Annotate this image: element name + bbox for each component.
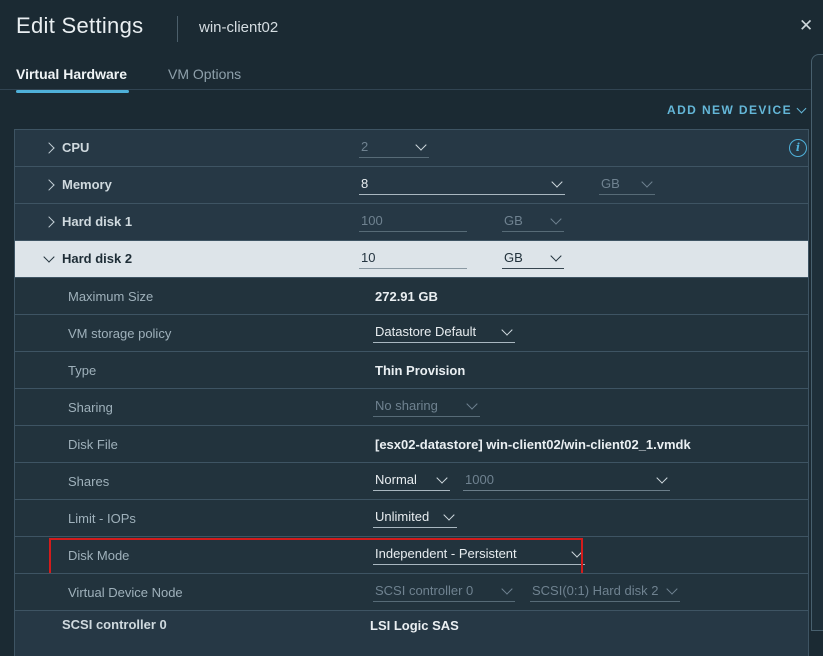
row-label: Hard disk 2 bbox=[62, 251, 132, 266]
scsi-node-select[interactable]: SCSI(0:1) Hard disk 2 bbox=[530, 582, 680, 602]
row-sharing: Sharing No sharing bbox=[15, 388, 808, 425]
row-scsi-controller-0: SCSI controller 0 LSI Logic SAS bbox=[15, 610, 808, 656]
scrollbar[interactable] bbox=[811, 54, 823, 631]
row-limit-iops: Limit - IOPs Unlimited bbox=[15, 499, 808, 536]
type-value: Thin Provision bbox=[375, 363, 465, 378]
tab-virtual-hardware[interactable]: Virtual Hardware bbox=[16, 66, 127, 82]
chevron-down-icon bbox=[436, 472, 447, 483]
chevron-down-icon bbox=[501, 583, 512, 594]
chevron-down-icon bbox=[551, 176, 562, 187]
row-label: Sharing bbox=[68, 400, 113, 415]
dialog-title: Edit Settings bbox=[16, 13, 143, 39]
chevron-right-icon[interactable] bbox=[43, 179, 54, 190]
memory-unit-select[interactable]: GB bbox=[599, 175, 655, 195]
row-memory: Memory 8 GB bbox=[15, 166, 808, 203]
row-type: Type Thin Provision bbox=[15, 351, 808, 388]
chevron-down-icon bbox=[641, 176, 652, 187]
row-disk-file: Disk File [esx02-datastore] win-client02… bbox=[15, 425, 808, 462]
sharing-select[interactable]: No sharing bbox=[373, 397, 480, 417]
row-label: VM storage policy bbox=[68, 326, 171, 341]
vm-name: win-client02 bbox=[199, 19, 278, 36]
add-new-device-label: ADD NEW DEVICE bbox=[667, 103, 792, 117]
chevron-down-icon bbox=[571, 546, 582, 557]
tab-vm-options[interactable]: VM Options bbox=[168, 66, 241, 82]
scsi-controller-type-value: LSI Logic SAS bbox=[370, 618, 459, 633]
hard-disk-2-size-input[interactable]: 10 bbox=[359, 249, 467, 269]
row-disk-mode: Disk Mode Independent - Persistent bbox=[15, 536, 808, 573]
scsi-controller-select[interactable]: SCSI controller 0 bbox=[373, 582, 515, 602]
tab-bar: Virtual Hardware VM Options bbox=[0, 60, 811, 90]
row-label: Virtual Device Node bbox=[68, 585, 183, 600]
row-virtual-device-node: Virtual Device Node SCSI controller 0 SC… bbox=[15, 573, 808, 610]
chevron-right-icon[interactable] bbox=[43, 216, 54, 227]
info-icon[interactable]: i bbox=[789, 139, 807, 157]
row-label: Hard disk 1 bbox=[62, 214, 132, 229]
maximum-size-value: 272.91 GB bbox=[375, 289, 438, 304]
close-icon[interactable]: ✕ bbox=[799, 16, 813, 36]
chevron-down-icon bbox=[550, 213, 561, 224]
row-label: Maximum Size bbox=[68, 289, 153, 304]
row-label: CPU bbox=[62, 140, 89, 155]
vm-storage-policy-select[interactable]: Datastore Default bbox=[373, 323, 515, 343]
row-label: Disk Mode bbox=[68, 548, 129, 563]
shares-level-select[interactable]: Normal bbox=[373, 471, 450, 491]
hard-disk-1-unit-select[interactable]: GB bbox=[502, 212, 564, 232]
chevron-down-icon[interactable] bbox=[43, 251, 54, 262]
chevron-right-icon[interactable] bbox=[43, 142, 54, 153]
chevron-down-icon bbox=[443, 509, 454, 520]
row-label: Disk File bbox=[68, 437, 118, 452]
disk-file-value: [esx02-datastore] win-client02/win-clien… bbox=[375, 437, 691, 452]
row-label: Limit - IOPs bbox=[68, 511, 136, 526]
hard-disk-1-size-input[interactable]: 100 bbox=[359, 212, 467, 232]
row-hard-disk-2: Hard disk 2 10 GB bbox=[15, 240, 808, 277]
row-maximum-size: Maximum Size 272.91 GB bbox=[15, 277, 808, 314]
hard-disk-2-unit-select[interactable]: GB bbox=[502, 249, 564, 269]
memory-size-combobox[interactable]: 8 bbox=[359, 175, 565, 195]
add-new-device-button[interactable]: ADD NEW DEVICE bbox=[667, 103, 805, 117]
chevron-down-icon bbox=[550, 250, 561, 261]
row-label: Memory bbox=[62, 177, 112, 192]
virtual-hardware-table: CPU 2 i Memory 8 GB Hard disk 1 100 GB H… bbox=[14, 129, 809, 656]
row-hard-disk-1: Hard disk 1 100 GB bbox=[15, 203, 808, 240]
chevron-down-icon bbox=[415, 139, 426, 150]
row-cpu: CPU 2 i bbox=[15, 130, 808, 166]
chevron-down-icon bbox=[501, 324, 512, 335]
shares-value-combobox[interactable]: 1000 bbox=[463, 471, 670, 491]
row-vm-storage-policy: VM storage policy Datastore Default bbox=[15, 314, 808, 351]
header-divider bbox=[177, 16, 178, 42]
cpu-count-select[interactable]: 2 bbox=[359, 138, 429, 158]
row-shares: Shares Normal 1000 bbox=[15, 462, 808, 499]
chevron-down-icon bbox=[666, 583, 677, 594]
chevron-down-icon bbox=[466, 398, 477, 409]
limit-iops-select[interactable]: Unlimited bbox=[373, 508, 457, 528]
row-label: Type bbox=[68, 363, 96, 378]
chevron-down-icon bbox=[797, 104, 807, 114]
disk-mode-select[interactable]: Independent - Persistent bbox=[373, 545, 585, 565]
row-label: Shares bbox=[68, 474, 109, 489]
chevron-down-icon bbox=[656, 472, 667, 483]
